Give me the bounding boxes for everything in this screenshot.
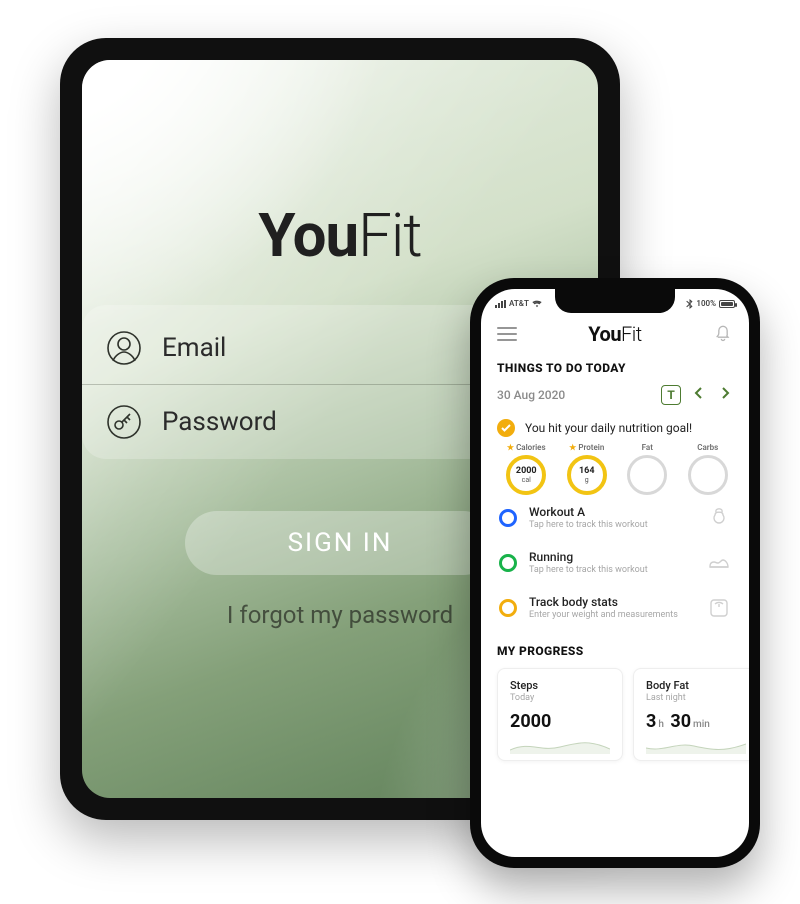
prev-day-button[interactable]	[691, 386, 707, 405]
date-nav-row: 30 Aug 2020 T	[497, 385, 733, 405]
protein-ring: 164 g	[567, 455, 607, 495]
signin-button[interactable]: SIGN IN	[185, 511, 495, 575]
task-title: Track body stats	[529, 595, 695, 609]
app-logo-small: YouFit	[588, 322, 641, 346]
bell-icon[interactable]	[713, 323, 733, 345]
progress-card-bodyfat[interactable]: Body Fat Last night 3h 30min	[633, 668, 749, 761]
app-logo-large: YouFit	[258, 200, 421, 271]
card-title: Body Fat	[646, 679, 746, 692]
user-icon	[106, 330, 142, 366]
key-icon	[106, 404, 142, 440]
nutrition-goal-banner: You hit your daily nutrition goal!	[497, 419, 733, 437]
logo-thin: Fit	[358, 200, 422, 271]
sparkline-icon	[510, 738, 610, 754]
task-running[interactable]: Running Tap here to track this workout	[497, 540, 733, 585]
chevron-right-icon	[720, 386, 730, 400]
bullet-icon	[499, 599, 517, 617]
bluetooth-icon	[686, 299, 693, 309]
calories-unit: cal	[522, 476, 531, 484]
card-subtitle: Today	[510, 693, 610, 703]
card-title: Steps	[510, 679, 610, 692]
carbs-ring	[688, 455, 728, 495]
current-date: 30 Aug 2020	[497, 388, 565, 402]
shoe-icon	[707, 551, 731, 575]
nutri-label: Protein	[578, 443, 604, 452]
scale-icon	[707, 596, 731, 620]
nutri-label: Fat	[642, 443, 653, 452]
task-subtitle: Tap here to track this workout	[529, 565, 695, 575]
bullet-icon	[499, 509, 517, 527]
card-value: 2000	[510, 711, 610, 732]
check-icon	[497, 419, 515, 437]
nutri-label: Calories	[516, 443, 546, 452]
sparkline-icon	[646, 738, 746, 754]
card-subtitle: Last night	[646, 693, 746, 703]
carrier-label: AT&T	[509, 299, 529, 308]
battery-icon	[719, 300, 735, 308]
forgot-password-link[interactable]: I forgot my password	[227, 601, 453, 629]
kettlebell-icon	[707, 506, 731, 530]
notch	[555, 289, 675, 313]
nutri-carbs[interactable]: Carbs	[683, 443, 734, 495]
battery-text: 100%	[696, 299, 716, 308]
star-icon: ★	[507, 443, 514, 452]
progress-card-steps[interactable]: Steps Today 2000	[497, 668, 623, 761]
bullet-icon	[499, 554, 517, 572]
fat-ring	[627, 455, 667, 495]
card-value: 3h 30min	[646, 711, 746, 732]
logo-bold: You	[588, 322, 621, 346]
nutrition-row: ★Calories 2000 cal ★Protein 164 g Fat	[497, 443, 733, 495]
calories-value: 2000	[516, 467, 537, 476]
nutri-protein[interactable]: ★Protein 164 g	[562, 443, 613, 495]
star-icon: ★	[569, 443, 576, 452]
wifi-icon	[532, 300, 542, 308]
chevron-left-icon	[694, 386, 704, 400]
task-subtitle: Enter your weight and measurements	[529, 610, 695, 620]
calories-ring: 2000 cal	[506, 455, 546, 495]
task-subtitle: Tap here to track this workout	[529, 520, 695, 530]
nutri-fat[interactable]: Fat	[622, 443, 673, 495]
today-button[interactable]: T	[661, 385, 681, 405]
iphone-screen: AT&T 100% YouFit THINGS TO DO TOD	[481, 289, 749, 857]
nutrition-goal-text: You hit your daily nutrition goal!	[525, 421, 692, 435]
logo-thin: Fit	[621, 322, 642, 346]
logo-bold: You	[258, 200, 358, 271]
task-workout-a[interactable]: Workout A Tap here to track this workout	[497, 495, 733, 540]
nutri-label: Carbs	[697, 443, 718, 452]
section-title-today: THINGS TO DO TODAY	[497, 361, 733, 375]
task-title: Running	[529, 550, 695, 564]
iphone-device: AT&T 100% YouFit THINGS TO DO TOD	[470, 278, 760, 868]
protein-value: 164	[579, 467, 595, 476]
task-title: Workout A	[529, 505, 695, 519]
section-title-progress: MY PROGRESS	[497, 644, 733, 658]
next-day-button[interactable]	[717, 386, 733, 405]
protein-unit: g	[585, 476, 589, 484]
app-header: YouFit	[481, 313, 749, 355]
menu-icon[interactable]	[497, 327, 517, 341]
signal-bars-icon	[495, 300, 506, 308]
task-body-stats[interactable]: Track body stats Enter your weight and m…	[497, 585, 733, 630]
nutri-calories[interactable]: ★Calories 2000 cal	[501, 443, 552, 495]
